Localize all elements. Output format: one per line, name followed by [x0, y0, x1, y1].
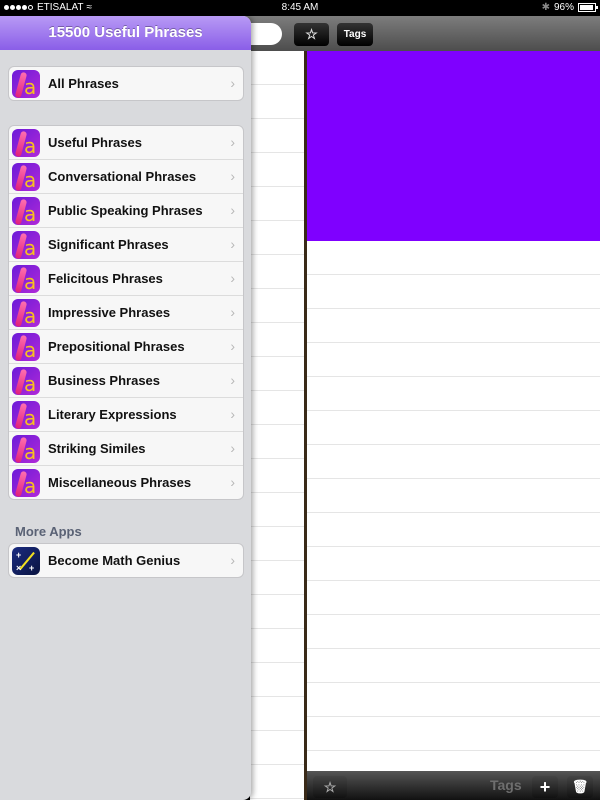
chevron-right-icon: › — [230, 75, 235, 91]
row-label: Business Phrases — [48, 373, 161, 388]
row-label: Useful Phrases — [48, 135, 142, 150]
plus-icon: + — [539, 776, 551, 797]
battery-percent: 96% — [553, 2, 574, 13]
chevron-right-icon: › — [230, 406, 235, 422]
list-item-category[interactable]: a Felicitous Phrases › — [9, 261, 243, 295]
list-item-category[interactable]: a Conversational Phrases › — [9, 159, 243, 193]
chevron-right-icon: › — [230, 304, 235, 320]
math-genius-app-icon: + + × — [12, 546, 40, 575]
more-apps-header: More Apps — [15, 524, 82, 539]
row-label: Significant Phrases — [48, 237, 169, 252]
status-right: ✱ 96% — [541, 2, 598, 13]
favorite-toggle-button[interactable]: ☆ — [313, 776, 347, 798]
row-label: Public Speaking Phrases — [48, 203, 203, 218]
list-item-category[interactable]: a Prepositional Phrases › — [9, 329, 243, 363]
row-label: Felicitous Phrases — [48, 271, 163, 286]
row-label: Striking Similes — [48, 441, 146, 456]
phrases-app-icon: a — [12, 332, 40, 361]
chevron-right-icon: › — [230, 168, 235, 184]
trash-icon: 🗑 — [571, 779, 589, 794]
tags-button[interactable]: Tags — [337, 23, 373, 46]
phrases-app-icon: a — [12, 264, 40, 293]
phrases-app-icon: a — [12, 69, 40, 98]
chevron-right-icon: › — [230, 474, 235, 490]
chevron-right-icon: › — [230, 440, 235, 456]
row-label: Conversational Phrases — [48, 169, 197, 184]
tags-label[interactable]: Tags — [490, 777, 522, 793]
categories-group: a Useful Phrases › a Conversational Phrases ›… — [8, 125, 244, 500]
row-label: Prepositional Phrases — [48, 339, 185, 354]
list-item-category[interactable]: a Literary Expressions › — [9, 397, 243, 431]
chevron-right-icon: › — [230, 236, 235, 252]
chevron-right-icon: › — [230, 270, 235, 286]
list-item-all-phrases[interactable]: a All Phrases › — [9, 67, 243, 100]
chevron-right-icon: › — [230, 552, 235, 568]
list-item-category[interactable]: a Business Phrases › — [9, 363, 243, 397]
phrases-app-icon: a — [12, 468, 40, 497]
chevron-right-icon: › — [230, 202, 235, 218]
phrases-app-icon: a — [12, 196, 40, 225]
chevron-right-icon: › — [230, 372, 235, 388]
row-label: Become Math Genius — [48, 553, 181, 568]
list-item-become-math-genius[interactable]: + + × Become Math Genius › — [9, 544, 243, 577]
phrases-app-icon: a — [12, 230, 40, 259]
phrases-app-icon: a — [12, 434, 40, 463]
list-item-category[interactable]: a Useful Phrases › — [9, 126, 243, 159]
chevron-right-icon: › — [230, 338, 235, 354]
phrases-app-icon: a — [12, 162, 40, 191]
favorites-button[interactable]: ☆ — [294, 23, 329, 46]
categories-popover: 15500 Useful Phrases a All Phrases › a Us… — [0, 16, 251, 800]
list-item-category[interactable]: a Striking Similes › — [9, 431, 243, 465]
row-label: All Phrases — [48, 76, 119, 91]
battery-icon — [578, 3, 598, 12]
add-button[interactable]: + — [532, 776, 558, 798]
phrases-app-icon: a — [12, 366, 40, 395]
detail-color-block — [307, 51, 600, 241]
list-item-category[interactable]: a Impressive Phrases › — [9, 295, 243, 329]
all-phrases-group: a All Phrases › — [8, 66, 244, 101]
popover-title: 15500 Useful Phrases — [0, 16, 251, 50]
delete-button[interactable]: 🗑 — [567, 776, 593, 798]
list-item-category[interactable]: a Public Speaking Phrases › — [9, 193, 243, 227]
phrases-app-icon: a — [12, 298, 40, 327]
bluetooth-icon: ✱ — [541, 2, 550, 13]
status-time: 8:45 AM — [281, 2, 319, 13]
row-label: Literary Expressions — [48, 407, 177, 422]
row-label: Miscellaneous Phrases — [48, 475, 192, 490]
tags-button-label: Tags — [343, 29, 367, 40]
star-outline-icon: ☆ — [305, 26, 318, 42]
phrases-app-icon: a — [12, 128, 40, 157]
row-label: Impressive Phrases — [48, 305, 171, 320]
star-outline-icon: ☆ — [323, 778, 337, 795]
list-item-category[interactable]: a Miscellaneous Phrases › — [9, 465, 243, 499]
list-item-category[interactable]: a Significant Phrases › — [9, 227, 243, 261]
bottom-toolbar: ☆ Tags + 🗑 — [307, 771, 600, 800]
chevron-right-icon: › — [230, 134, 235, 150]
phrases-app-icon: a — [12, 400, 40, 429]
phrase-list-pane[interactable] — [250, 51, 304, 800]
status-bar: ETISALAT ≈ 8:45 AM ✱ 96% — [0, 0, 600, 16]
more-apps-group: + + × Become Math Genius › — [8, 543, 244, 578]
